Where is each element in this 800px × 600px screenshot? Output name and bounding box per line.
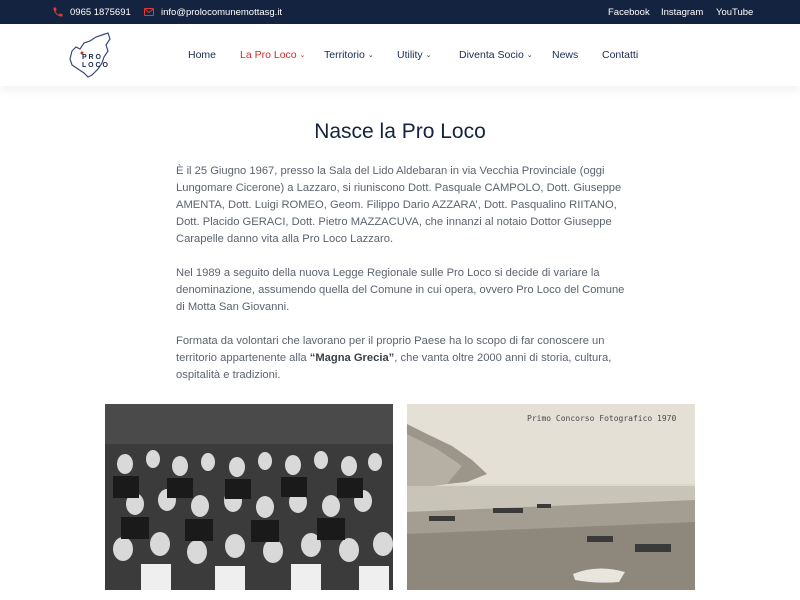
svg-text:P R O: P R O xyxy=(82,54,101,61)
history-paragraph-3: Formata da volontari che lavorano per il… xyxy=(176,333,626,384)
nav-contatti[interactable]: Contatti xyxy=(602,24,638,86)
nav-home[interactable]: Home xyxy=(188,24,216,86)
phone-number: 0965 1875691 xyxy=(70,6,131,18)
nav-territorio-label: Territorio xyxy=(324,49,365,61)
historic-beach-photo: Primo Concorso Fotografico 1970 xyxy=(407,404,695,590)
pro-loco-logo[interactable]: P R O L O C O xyxy=(62,29,114,81)
nav-news[interactable]: News xyxy=(552,24,578,86)
email-address: info@prolocomunemottasg.it xyxy=(161,6,283,18)
nav-utility-label: Utility xyxy=(397,49,423,61)
photo-caption: Primo Concorso Fotografico 1970 xyxy=(527,414,677,423)
chevron-down-icon: ⌄ xyxy=(526,52,533,59)
history-paragraph-2: Nel 1989 a seguito della nuova Legge Reg… xyxy=(176,267,625,313)
mail-icon xyxy=(144,8,154,16)
top-bar: 0965 1875691 info@prolocomunemottasg.it … xyxy=(0,0,800,24)
magna-grecia-emphasis: “Magna Grecia” xyxy=(309,352,395,364)
phone-icon xyxy=(53,7,63,17)
nav-la-pro-loco[interactable]: La Pro Loco ⌄ xyxy=(240,24,306,86)
nav-news-label: News xyxy=(552,49,579,61)
page-title: Nasce la Pro Loco xyxy=(314,120,486,143)
beach-photo-image xyxy=(407,404,695,590)
main-header: P R O L O C O Home La Pro Loco ⌄ Territor… xyxy=(0,24,800,86)
email-contact[interactable]: info@prolocomunemottasg.it xyxy=(143,0,282,24)
phone-contact[interactable]: 0965 1875691 xyxy=(52,0,131,24)
crowd-photo-image xyxy=(105,404,393,590)
chevron-down-icon: ⌄ xyxy=(299,52,306,59)
nav-diventa-socio-label: Diventa Socio xyxy=(459,49,524,61)
chevron-down-icon: ⌄ xyxy=(367,52,374,59)
svg-text:L O C O: L O C O xyxy=(82,62,108,69)
facebook-link[interactable]: Facebook xyxy=(608,0,650,24)
nav-la-pro-loco-label: La Pro Loco xyxy=(240,49,297,61)
nav-territorio[interactable]: Territorio ⌄ xyxy=(324,24,374,86)
nav-diventa-socio[interactable]: Diventa Socio ⌄ xyxy=(459,24,533,86)
nav-utility[interactable]: Utility ⌄ xyxy=(397,24,432,86)
nav-contatti-label: Contatti xyxy=(602,49,639,61)
nav-home-label: Home xyxy=(188,49,217,61)
chevron-down-icon: ⌄ xyxy=(425,52,432,59)
history-paragraph-1: È il 25 Giugno 1967, presso la Sala del … xyxy=(176,165,622,245)
youtube-link[interactable]: YouTube xyxy=(716,0,753,24)
historic-crowd-photo xyxy=(105,404,393,590)
instagram-link[interactable]: Instagram xyxy=(661,0,703,24)
